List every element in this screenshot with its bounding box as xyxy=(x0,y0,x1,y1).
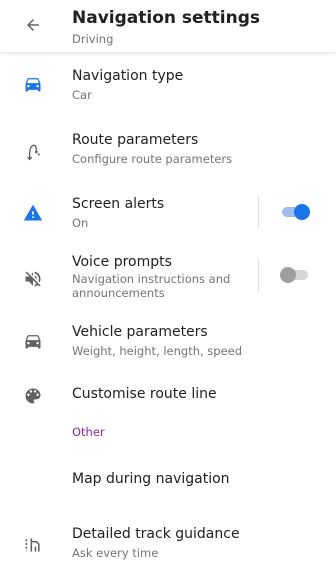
section-header-other: Other xyxy=(72,425,105,439)
volume-off-icon xyxy=(22,268,44,290)
setting-screen-alerts[interactable]: Screen alerts On xyxy=(0,184,336,240)
setting-subtitle: Car xyxy=(72,88,92,102)
setting-title: Navigation type xyxy=(72,68,184,84)
setting-customise-route-line[interactable]: Customise route line xyxy=(0,376,336,416)
setting-voice-prompts[interactable]: Voice prompts Navigation instructions an… xyxy=(0,248,336,308)
car-icon xyxy=(22,73,44,95)
voice-prompts-toggle[interactable] xyxy=(280,266,310,284)
route-icon xyxy=(22,141,44,163)
palette-icon xyxy=(22,385,44,407)
setting-subtitle: Configure route parameters xyxy=(72,152,233,166)
setting-route-parameters[interactable]: Route parameters Configure route paramet… xyxy=(0,120,336,176)
setting-vehicle-parameters[interactable]: Vehicle parameters Weight, height, lengt… xyxy=(0,316,336,372)
divider xyxy=(258,196,259,228)
setting-title: Voice prompts xyxy=(72,254,172,270)
toggle-thumb xyxy=(280,267,296,283)
setting-subtitle: On xyxy=(72,216,89,230)
setting-map-during-navigation[interactable]: Map during navigation xyxy=(0,462,336,502)
setting-title: Vehicle parameters xyxy=(72,324,208,340)
setting-navigation-type[interactable]: Navigation type Car xyxy=(0,56,336,112)
setting-detailed-track-guidance[interactable]: Detailed track guidance Ask every time xyxy=(0,520,336,576)
setting-title: Map during navigation xyxy=(72,471,230,487)
app-bar: Navigation settings Driving xyxy=(0,0,336,52)
screen-alerts-toggle[interactable] xyxy=(280,203,310,221)
arrow-left-icon xyxy=(27,19,39,31)
warning-icon xyxy=(22,202,44,224)
track-guidance-icon xyxy=(22,534,44,556)
toggle-thumb xyxy=(294,204,310,220)
car-icon xyxy=(22,330,44,352)
setting-subtitle: Ask every time xyxy=(72,546,159,560)
setting-subtitle: Weight, height, length, speed xyxy=(72,344,243,358)
setting-subtitle: Navigation instructions and announcement… xyxy=(72,272,231,300)
setting-title: Screen alerts xyxy=(72,196,165,212)
setting-title: Detailed track guidance xyxy=(72,526,240,542)
back-button[interactable] xyxy=(20,12,46,38)
setting-title: Customise route line xyxy=(72,386,217,402)
page-subtitle: Driving xyxy=(72,32,114,46)
divider xyxy=(258,258,259,292)
setting-title: Route parameters xyxy=(72,132,199,148)
page-title: Navigation settings xyxy=(72,8,261,28)
